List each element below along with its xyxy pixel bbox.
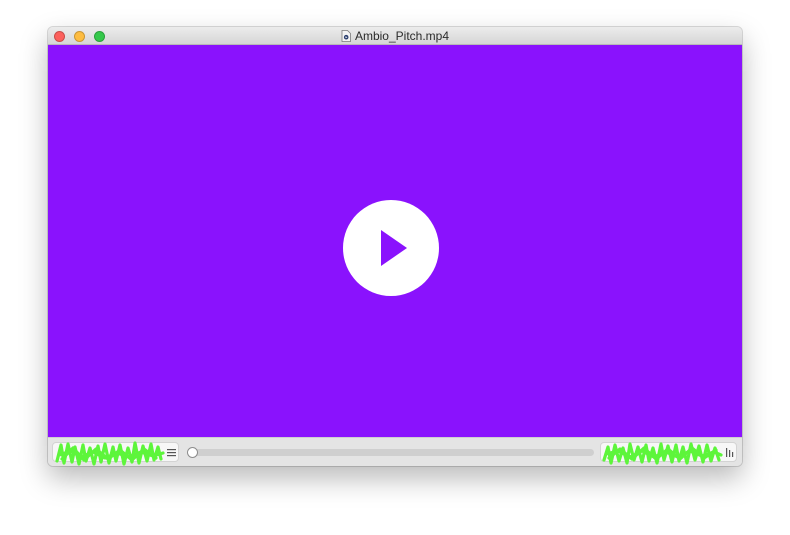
redaction-scribble: [602, 442, 723, 465]
play-button[interactable]: [343, 200, 439, 296]
fullscreen-icon[interactable]: [726, 448, 734, 457]
right-controls-group[interactable]: [600, 442, 737, 465]
window-title-area: Ambio_Pitch.mp4: [48, 27, 742, 45]
title-bar[interactable]: Ambio_Pitch.mp4: [48, 27, 742, 45]
video-file-icon: [341, 30, 351, 42]
seek-progress-bar[interactable]: [187, 447, 594, 458]
video-area[interactable]: [48, 45, 742, 437]
playlist-menu-icon[interactable]: [167, 448, 176, 457]
seek-knob[interactable]: [187, 447, 198, 458]
redaction-scribble: [55, 441, 165, 466]
window-title: Ambio_Pitch.mp4: [354, 29, 450, 43]
media-player-window: Ambio_Pitch.mp4: [48, 27, 742, 466]
left-controls-group[interactable]: [52, 441, 179, 466]
player-controls-bar: [48, 437, 742, 466]
play-icon: [381, 230, 407, 266]
